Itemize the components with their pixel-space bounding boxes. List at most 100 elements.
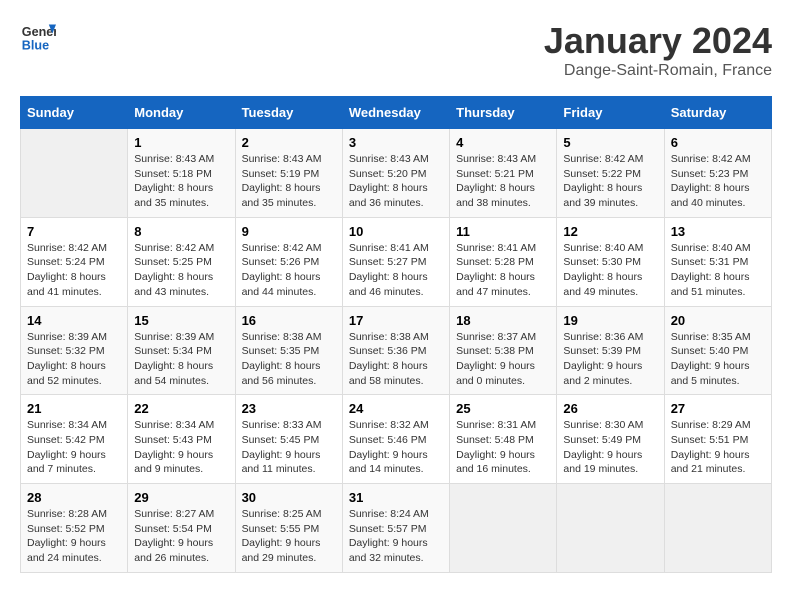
day-number: 14 (27, 313, 121, 328)
sunset-text: Sunset: 5:35 PM (242, 344, 336, 359)
day-number: 17 (349, 313, 443, 328)
calendar-cell: 28 Sunrise: 8:28 AM Sunset: 5:52 PM Dayl… (21, 484, 128, 573)
sunrise-text: Sunrise: 8:42 AM (671, 152, 765, 167)
day-info: Sunrise: 8:43 AM Sunset: 5:21 PM Dayligh… (456, 152, 550, 211)
sunrise-text: Sunrise: 8:38 AM (349, 330, 443, 345)
sunset-text: Sunset: 5:32 PM (27, 344, 121, 359)
daylight-text: Daylight: 8 hours and 49 minutes. (563, 270, 657, 299)
calendar-week-row: 21 Sunrise: 8:34 AM Sunset: 5:42 PM Dayl… (21, 395, 772, 484)
sunset-text: Sunset: 5:20 PM (349, 167, 443, 182)
calendar-cell (664, 484, 771, 573)
day-info: Sunrise: 8:24 AM Sunset: 5:57 PM Dayligh… (349, 507, 443, 566)
location-title: Dange-Saint-Romain, France (544, 62, 772, 80)
sunset-text: Sunset: 5:40 PM (671, 344, 765, 359)
day-number: 9 (242, 224, 336, 239)
day-info: Sunrise: 8:30 AM Sunset: 5:49 PM Dayligh… (563, 418, 657, 477)
daylight-text: Daylight: 9 hours and 2 minutes. (563, 359, 657, 388)
day-info: Sunrise: 8:34 AM Sunset: 5:42 PM Dayligh… (27, 418, 121, 477)
calendar-cell: 13 Sunrise: 8:40 AM Sunset: 5:31 PM Dayl… (664, 217, 771, 306)
daylight-text: Daylight: 9 hours and 24 minutes. (27, 536, 121, 565)
sunset-text: Sunset: 5:54 PM (134, 522, 228, 537)
day-number: 2 (242, 135, 336, 150)
sunrise-text: Sunrise: 8:34 AM (134, 418, 228, 433)
sunset-text: Sunset: 5:19 PM (242, 167, 336, 182)
sunrise-text: Sunrise: 8:43 AM (134, 152, 228, 167)
weekday-header: Tuesday (235, 97, 342, 129)
daylight-text: Daylight: 8 hours and 41 minutes. (27, 270, 121, 299)
calendar-cell: 23 Sunrise: 8:33 AM Sunset: 5:45 PM Dayl… (235, 395, 342, 484)
sunset-text: Sunset: 5:28 PM (456, 255, 550, 270)
sunset-text: Sunset: 5:39 PM (563, 344, 657, 359)
calendar-cell: 20 Sunrise: 8:35 AM Sunset: 5:40 PM Dayl… (664, 306, 771, 395)
sunrise-text: Sunrise: 8:42 AM (242, 241, 336, 256)
sunset-text: Sunset: 5:42 PM (27, 433, 121, 448)
sunrise-text: Sunrise: 8:31 AM (456, 418, 550, 433)
day-info: Sunrise: 8:40 AM Sunset: 5:30 PM Dayligh… (563, 241, 657, 300)
calendar-cell: 9 Sunrise: 8:42 AM Sunset: 5:26 PM Dayli… (235, 217, 342, 306)
daylight-text: Daylight: 8 hours and 58 minutes. (349, 359, 443, 388)
day-number: 18 (456, 313, 550, 328)
day-number: 30 (242, 490, 336, 505)
sunset-text: Sunset: 5:48 PM (456, 433, 550, 448)
sunset-text: Sunset: 5:18 PM (134, 167, 228, 182)
calendar-cell: 8 Sunrise: 8:42 AM Sunset: 5:25 PM Dayli… (128, 217, 235, 306)
sunset-text: Sunset: 5:36 PM (349, 344, 443, 359)
day-info: Sunrise: 8:43 AM Sunset: 5:19 PM Dayligh… (242, 152, 336, 211)
daylight-text: Daylight: 8 hours and 35 minutes. (242, 181, 336, 210)
sunrise-text: Sunrise: 8:43 AM (456, 152, 550, 167)
sunrise-text: Sunrise: 8:33 AM (242, 418, 336, 433)
sunset-text: Sunset: 5:23 PM (671, 167, 765, 182)
day-info: Sunrise: 8:29 AM Sunset: 5:51 PM Dayligh… (671, 418, 765, 477)
logo-icon: General Blue (20, 20, 56, 56)
sunrise-text: Sunrise: 8:43 AM (242, 152, 336, 167)
day-number: 15 (134, 313, 228, 328)
daylight-text: Daylight: 9 hours and 26 minutes. (134, 536, 228, 565)
day-number: 8 (134, 224, 228, 239)
calendar-cell (557, 484, 664, 573)
calendar-cell (450, 484, 557, 573)
sunrise-text: Sunrise: 8:35 AM (671, 330, 765, 345)
day-number: 24 (349, 401, 443, 416)
calendar-cell: 30 Sunrise: 8:25 AM Sunset: 5:55 PM Dayl… (235, 484, 342, 573)
daylight-text: Daylight: 9 hours and 32 minutes. (349, 536, 443, 565)
daylight-text: Daylight: 9 hours and 16 minutes. (456, 448, 550, 477)
sunset-text: Sunset: 5:46 PM (349, 433, 443, 448)
daylight-text: Daylight: 9 hours and 19 minutes. (563, 448, 657, 477)
calendar-cell: 24 Sunrise: 8:32 AM Sunset: 5:46 PM Dayl… (342, 395, 449, 484)
sunset-text: Sunset: 5:31 PM (671, 255, 765, 270)
day-number: 29 (134, 490, 228, 505)
day-info: Sunrise: 8:39 AM Sunset: 5:32 PM Dayligh… (27, 330, 121, 389)
sunrise-text: Sunrise: 8:40 AM (671, 241, 765, 256)
daylight-text: Daylight: 8 hours and 54 minutes. (134, 359, 228, 388)
weekday-header: Monday (128, 97, 235, 129)
daylight-text: Daylight: 9 hours and 9 minutes. (134, 448, 228, 477)
calendar-cell: 17 Sunrise: 8:38 AM Sunset: 5:36 PM Dayl… (342, 306, 449, 395)
daylight-text: Daylight: 8 hours and 36 minutes. (349, 181, 443, 210)
calendar-cell: 27 Sunrise: 8:29 AM Sunset: 5:51 PM Dayl… (664, 395, 771, 484)
day-info: Sunrise: 8:28 AM Sunset: 5:52 PM Dayligh… (27, 507, 121, 566)
sunset-text: Sunset: 5:24 PM (27, 255, 121, 270)
calendar-cell: 14 Sunrise: 8:39 AM Sunset: 5:32 PM Dayl… (21, 306, 128, 395)
daylight-text: Daylight: 8 hours and 38 minutes. (456, 181, 550, 210)
daylight-text: Daylight: 8 hours and 52 minutes. (27, 359, 121, 388)
calendar-cell: 31 Sunrise: 8:24 AM Sunset: 5:57 PM Dayl… (342, 484, 449, 573)
sunset-text: Sunset: 5:27 PM (349, 255, 443, 270)
sunrise-text: Sunrise: 8:24 AM (349, 507, 443, 522)
sunrise-text: Sunrise: 8:25 AM (242, 507, 336, 522)
sunrise-text: Sunrise: 8:42 AM (563, 152, 657, 167)
day-info: Sunrise: 8:42 AM Sunset: 5:24 PM Dayligh… (27, 241, 121, 300)
calendar-cell: 19 Sunrise: 8:36 AM Sunset: 5:39 PM Dayl… (557, 306, 664, 395)
day-number: 21 (27, 401, 121, 416)
calendar-cell: 11 Sunrise: 8:41 AM Sunset: 5:28 PM Dayl… (450, 217, 557, 306)
calendar-cell: 4 Sunrise: 8:43 AM Sunset: 5:21 PM Dayli… (450, 129, 557, 218)
sunrise-text: Sunrise: 8:36 AM (563, 330, 657, 345)
calendar-week-row: 14 Sunrise: 8:39 AM Sunset: 5:32 PM Dayl… (21, 306, 772, 395)
sunset-text: Sunset: 5:22 PM (563, 167, 657, 182)
sunset-text: Sunset: 5:52 PM (27, 522, 121, 537)
sunrise-text: Sunrise: 8:41 AM (349, 241, 443, 256)
daylight-text: Daylight: 8 hours and 51 minutes. (671, 270, 765, 299)
day-info: Sunrise: 8:41 AM Sunset: 5:27 PM Dayligh… (349, 241, 443, 300)
sunrise-text: Sunrise: 8:39 AM (134, 330, 228, 345)
day-number: 5 (563, 135, 657, 150)
month-title: January 2024 (544, 20, 772, 62)
